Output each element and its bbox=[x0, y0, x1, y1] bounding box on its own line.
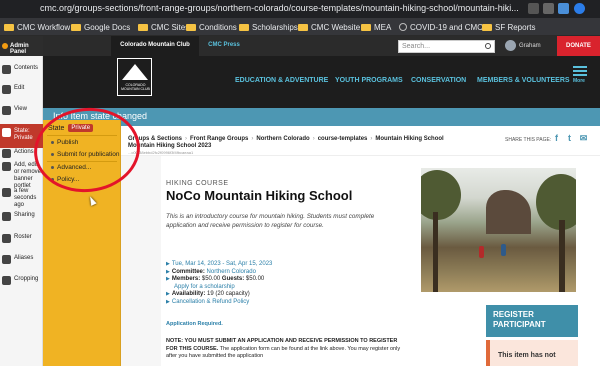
eye-icon bbox=[2, 106, 11, 115]
tab-colorado-mountain-club[interactable]: Colorado Mountain Club bbox=[111, 36, 199, 56]
extension-icon[interactable] bbox=[543, 3, 554, 14]
register-participant-box[interactable]: REGISTER PARTICIPANT bbox=[486, 305, 578, 337]
bookmark-cmc-website[interactable]: CMC Website bbox=[298, 21, 360, 33]
left-content-strip bbox=[121, 156, 161, 366]
hiker bbox=[501, 244, 506, 256]
mountain-logo-icon bbox=[122, 64, 148, 80]
breadcrumb-current: Mountain Hiking School 2023 bbox=[128, 143, 212, 149]
pencil-icon bbox=[2, 85, 11, 94]
url-text[interactable]: cmc.org/groups-sections/front-range-grou… bbox=[40, 3, 519, 15]
gear-icon bbox=[2, 149, 11, 158]
avatar bbox=[505, 40, 516, 51]
nav-education-adventure[interactable]: EDUCATION & ADVENTURE bbox=[235, 77, 328, 84]
bookmark-mea[interactable]: MEA bbox=[361, 21, 391, 33]
folder-icon bbox=[186, 23, 196, 31]
nav-members-volunteers[interactable]: MEMBERS & VOLUNTEERS bbox=[477, 77, 570, 84]
globe-icon bbox=[399, 23, 407, 31]
course-kicker: HIKING COURSE bbox=[166, 180, 229, 187]
tab-cmc-press[interactable]: CMC Press bbox=[199, 36, 249, 56]
more-menu-button[interactable]: More bbox=[573, 66, 587, 84]
registration-closed-notice: This item has not bbox=[486, 340, 578, 366]
bookmark-scholarships[interactable]: Scholarships bbox=[239, 21, 298, 33]
bookmark-cmc-workflow[interactable]: CMC Workflow bbox=[4, 21, 70, 33]
toolbar-edit[interactable]: Edit bbox=[0, 85, 43, 94]
state-icon bbox=[2, 128, 11, 137]
folder-icon bbox=[71, 23, 81, 31]
share-label: SHARE THIS PAGE: bbox=[505, 137, 552, 143]
donate-button[interactable]: DONATE bbox=[557, 36, 600, 56]
toolbar-roster[interactable]: Roster bbox=[0, 234, 43, 243]
toolbar-aliases[interactable]: Aliases bbox=[0, 255, 43, 264]
search-icon[interactable] bbox=[485, 43, 491, 49]
clock-icon bbox=[2, 188, 11, 197]
extension-icon[interactable] bbox=[558, 3, 569, 14]
extension-icon[interactable] bbox=[528, 3, 539, 14]
nav-conservation[interactable]: CONSERVATION bbox=[411, 77, 466, 84]
breadcrumb-item[interactable]: Northern Colorado bbox=[256, 136, 309, 142]
course-details: ▶ Tue, Mar 14, 2023 - Sat, Apr 15, 2023 ▶… bbox=[166, 261, 273, 305]
policy-icon: ▶ bbox=[166, 298, 170, 305]
email-icon[interactable]: ✉ bbox=[579, 133, 588, 143]
toolbar-cropping[interactable]: Cropping bbox=[0, 276, 43, 285]
bookmark-covid[interactable]: COVID-19 and CMC... bbox=[399, 21, 490, 33]
bookmark-cmc-sites[interactable]: CMC Sites bbox=[138, 21, 189, 33]
facebook-icon[interactable]: f bbox=[552, 133, 561, 143]
admin-toolbar: Admin Panel Contents Edit View State: Pr… bbox=[0, 36, 43, 366]
user-menu[interactable]: Graham bbox=[505, 40, 541, 51]
availability-icon: ▶ bbox=[166, 291, 170, 298]
user-name: Graham bbox=[519, 42, 541, 49]
course-photo bbox=[421, 168, 576, 292]
page-title: NoCo Mountain Hiking School bbox=[166, 188, 353, 203]
breadcrumb: Groups & Sections › Front Range Groups › Nor… bbox=[128, 136, 444, 142]
twitter-icon[interactable]: t bbox=[565, 133, 574, 143]
folder-icon bbox=[138, 23, 148, 31]
toolbar-contents[interactable]: Contents bbox=[0, 65, 43, 74]
calendar-icon: ▶ bbox=[166, 261, 170, 267]
browser-address-bar[interactable]: cmc.org/groups-sections/front-range-grou… bbox=[0, 0, 600, 18]
folder-icon bbox=[361, 23, 371, 31]
notice-text: This item has not bbox=[498, 352, 556, 359]
bookmark-conditions[interactable]: Conditions bbox=[186, 21, 237, 33]
cmc-logo[interactable]: COLORADO MOUNTAIN CLUB bbox=[117, 58, 152, 96]
toolbar-view[interactable]: View bbox=[0, 106, 43, 115]
plone-logo-icon bbox=[2, 43, 8, 49]
more-label: More bbox=[573, 78, 585, 84]
course-note: NOTE: YOU MUST SUBMIT AN APPLICATION AND… bbox=[166, 338, 401, 359]
profile-icon[interactable] bbox=[574, 3, 585, 14]
application-required: Application Required. bbox=[166, 321, 223, 327]
logo-text: COLORADO MOUNTAIN CLUB bbox=[121, 83, 150, 91]
share-icon bbox=[2, 212, 11, 221]
course-dates: Tue, Mar 14, 2023 - Sat, Apr 15, 2023 bbox=[171, 261, 273, 267]
admin-panel-button[interactable]: Admin Panel bbox=[0, 36, 43, 56]
folder-icon bbox=[482, 23, 492, 31]
register-title: REGISTER PARTICIPANT bbox=[493, 310, 546, 329]
nav-youth-programs[interactable]: YOUTH PROGRAMS bbox=[335, 77, 403, 84]
breadcrumb-item[interactable]: Mountain Hiking School bbox=[375, 136, 443, 142]
price-icon: ▶ bbox=[166, 276, 170, 283]
roster-icon bbox=[2, 234, 11, 243]
breadcrumb-item[interactable]: course-templates bbox=[318, 136, 368, 142]
committee-icon: ▶ bbox=[166, 268, 170, 275]
folder-icon bbox=[239, 23, 249, 31]
folder-icon bbox=[2, 65, 11, 74]
hamburger-icon bbox=[573, 66, 587, 68]
committee-link[interactable]: Northern Colorado bbox=[207, 269, 256, 275]
toolbar-history[interactable]: a few seconds ago bbox=[0, 188, 43, 209]
folder-icon bbox=[298, 23, 308, 31]
scholarship-link[interactable]: Apply for a scholarship bbox=[174, 284, 235, 290]
portlet-icon bbox=[2, 162, 11, 171]
hiker bbox=[479, 246, 484, 258]
breadcrumb-item[interactable]: Front Range Groups bbox=[190, 136, 248, 142]
search-placeholder: Search... bbox=[402, 43, 431, 50]
course-intro: This is an introductory course for mount… bbox=[166, 213, 375, 229]
link-icon bbox=[2, 255, 11, 264]
refund-policy-link[interactable]: Cancellation & Refund Policy bbox=[172, 299, 249, 305]
site-search-input[interactable]: Search... bbox=[398, 40, 495, 53]
bookmarks-bar: CMC Workflow Google Docs CMC Sites Condi… bbox=[0, 18, 600, 36]
bookmark-sf-reports[interactable]: SF Reports bbox=[482, 21, 535, 33]
toolbar-sharing[interactable]: Sharing bbox=[0, 212, 43, 221]
crop-icon bbox=[2, 276, 11, 285]
bookmark-google-docs[interactable]: Google Docs bbox=[71, 21, 130, 33]
folder-icon bbox=[4, 23, 14, 31]
